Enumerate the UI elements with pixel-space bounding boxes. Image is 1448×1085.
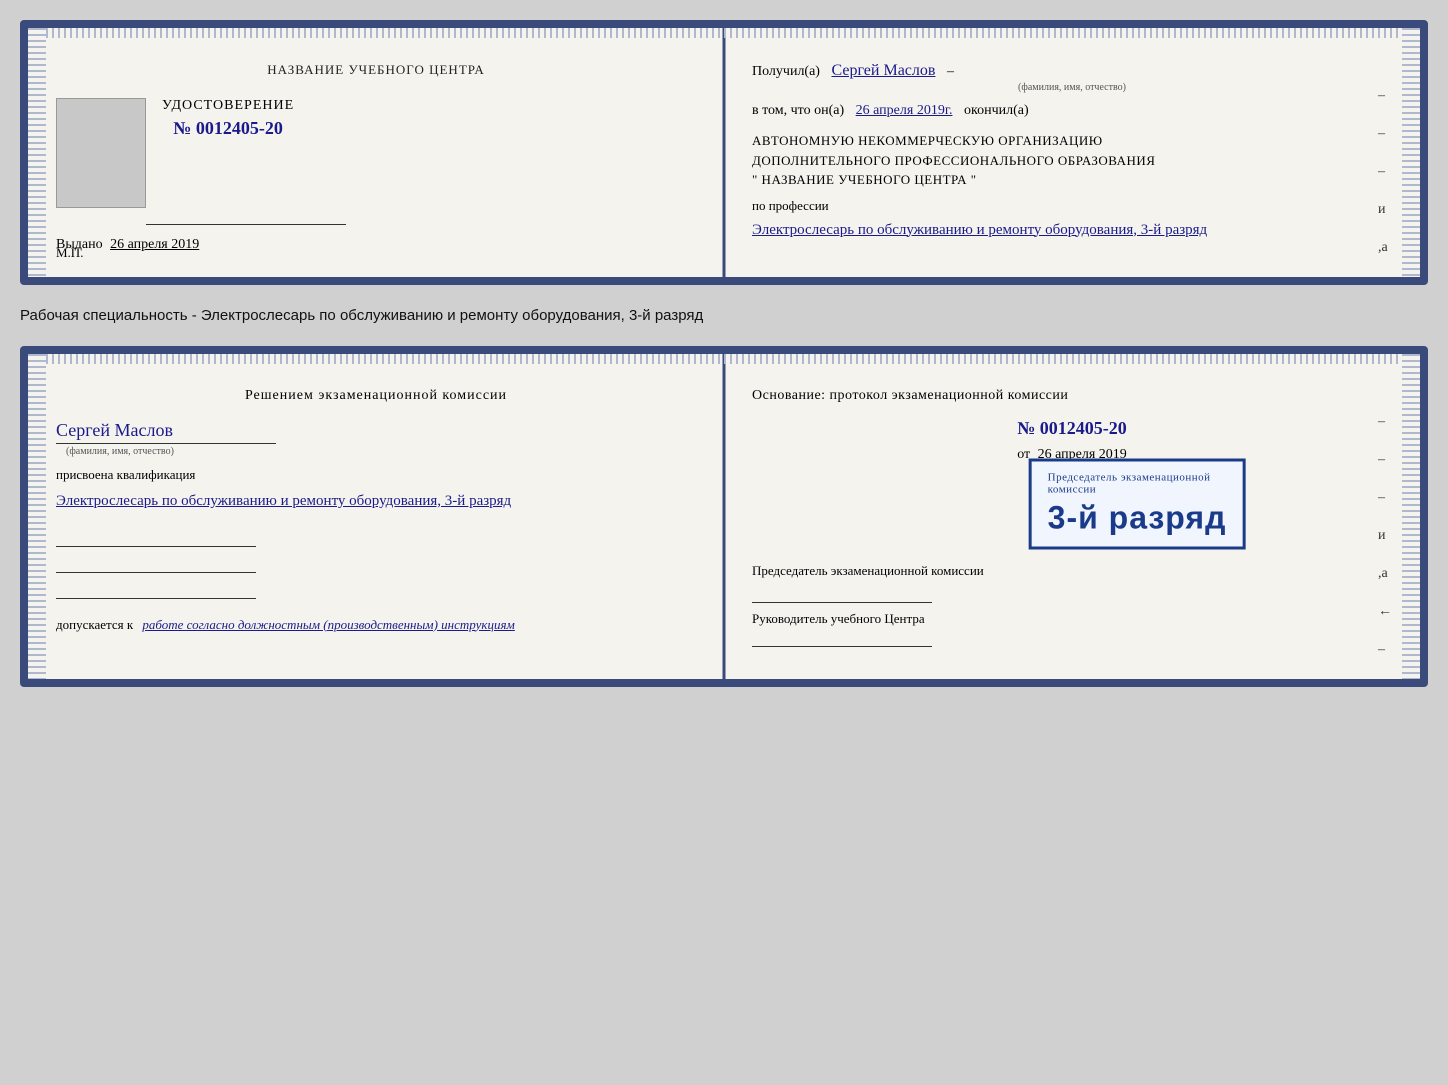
stamp: Председатель экзаменационной комиссии 3-… xyxy=(1029,458,1246,549)
stamp-big-text: 3-й разряд xyxy=(1048,499,1227,536)
chairman-sign-line xyxy=(752,583,932,603)
mp-label: М.П. xyxy=(56,245,83,261)
chairman-label: Председатель экзаменационной комиссии xyxy=(752,563,1392,579)
protocol-number: № 0012405-20 xyxy=(752,418,1392,439)
first-card-left: НАЗВАНИЕ УЧЕБНОГО ЦЕНТРА УДОСТОВЕРЕНИЕ №… xyxy=(28,28,724,277)
stamp-line1: Председатель экзаменационной xyxy=(1048,471,1227,483)
signature-lines xyxy=(56,529,696,599)
director-block: Руководитель учебного Центра xyxy=(752,611,1392,647)
admission-text: допускается к работе согласно должностны… xyxy=(56,615,696,635)
sig-line-2 xyxy=(56,555,256,573)
caption-text: Рабочая специальность - Электрослесарь п… xyxy=(20,303,1428,328)
issued-date: 26 апреля 2019 xyxy=(110,237,199,252)
received-block: Получил(а) Сергей Маслов – (фамилия, имя… xyxy=(752,62,1392,93)
cert-info: УДОСТОВЕРЕНИЕ № 0012405-20 xyxy=(162,98,294,159)
decision-title: Решением экзаменационной комиссии xyxy=(56,388,696,404)
recipient-name: Сергей Маслов xyxy=(831,62,935,79)
basis-title: Основание: протокол экзаменационной коми… xyxy=(752,388,1392,404)
second-card-left: Решением экзаменационной комиссии Сергей… xyxy=(28,354,724,679)
sig-line-3 xyxy=(56,581,256,599)
first-card-right: Получил(а) Сергей Маслов – (фамилия, имя… xyxy=(724,28,1420,277)
profession-value: Электрослесарь по обслуживанию и ремонту… xyxy=(752,218,1392,242)
qualification-label: присвоена квалификация xyxy=(56,467,696,483)
director-label: Руководитель учебного Центра xyxy=(752,611,1392,627)
date-block: в том, что он(а) 26 апреля 2019г. окончи… xyxy=(752,103,1392,119)
org-text: АВТОНОМНУЮ НЕКОММЕРЧЕСКУЮ ОРГАНИЗАЦИЮ ДО… xyxy=(752,131,1392,190)
director-sign-line xyxy=(752,627,932,647)
cert-label: УДОСТОВЕРЕНИЕ xyxy=(162,98,294,114)
fio-label-1: (фамилия, имя, отчество) xyxy=(752,82,1392,93)
profession-label: по профессии xyxy=(752,198,1392,214)
page-wrapper: НАЗВАНИЕ УЧЕБНОГО ЦЕНТРА УДОСТОВЕРЕНИЕ №… xyxy=(20,20,1428,687)
received-prefix: Получил(а) Сергей Маслов – xyxy=(752,64,954,79)
fio-label-2: (фамилия, имя, отчество) xyxy=(66,446,696,457)
issued-line: Выдано 26 апреля 2019 xyxy=(56,237,696,253)
sig-line-1 xyxy=(56,529,256,547)
first-document-card: НАЗВАНИЕ УЧЕБНОГО ЦЕНТРА УДОСТОВЕРЕНИЕ №… xyxy=(20,20,1428,285)
name-underline xyxy=(56,443,276,444)
admission-value: работе согласно должностным (производств… xyxy=(142,617,514,632)
right-dashes-1: – – – и ,а ← – – xyxy=(1378,88,1392,285)
photo-placeholder xyxy=(56,98,146,208)
second-card-right: Основание: протокол экзаменационной коми… xyxy=(724,354,1420,679)
stamp-line2: комиссии xyxy=(1048,483,1227,495)
recipient-name-2: Сергей Маслов xyxy=(56,420,696,441)
qualification-value: Электрослесарь по обслуживанию и ремонту… xyxy=(56,489,696,515)
chairman-block: Председатель экзаменационной комиссии xyxy=(752,563,1392,603)
left-center-title: НАЗВАНИЕ УЧЕБНОГО ЦЕНТРА xyxy=(56,62,696,78)
right-dashes-2: – – – и ,а ← – – xyxy=(1378,414,1392,687)
date-value: 26 апреля 2019г. xyxy=(856,103,953,118)
cert-number: № 0012405-20 xyxy=(162,118,294,139)
second-document-card: Решением экзаменационной комиссии Сергей… xyxy=(20,346,1428,687)
